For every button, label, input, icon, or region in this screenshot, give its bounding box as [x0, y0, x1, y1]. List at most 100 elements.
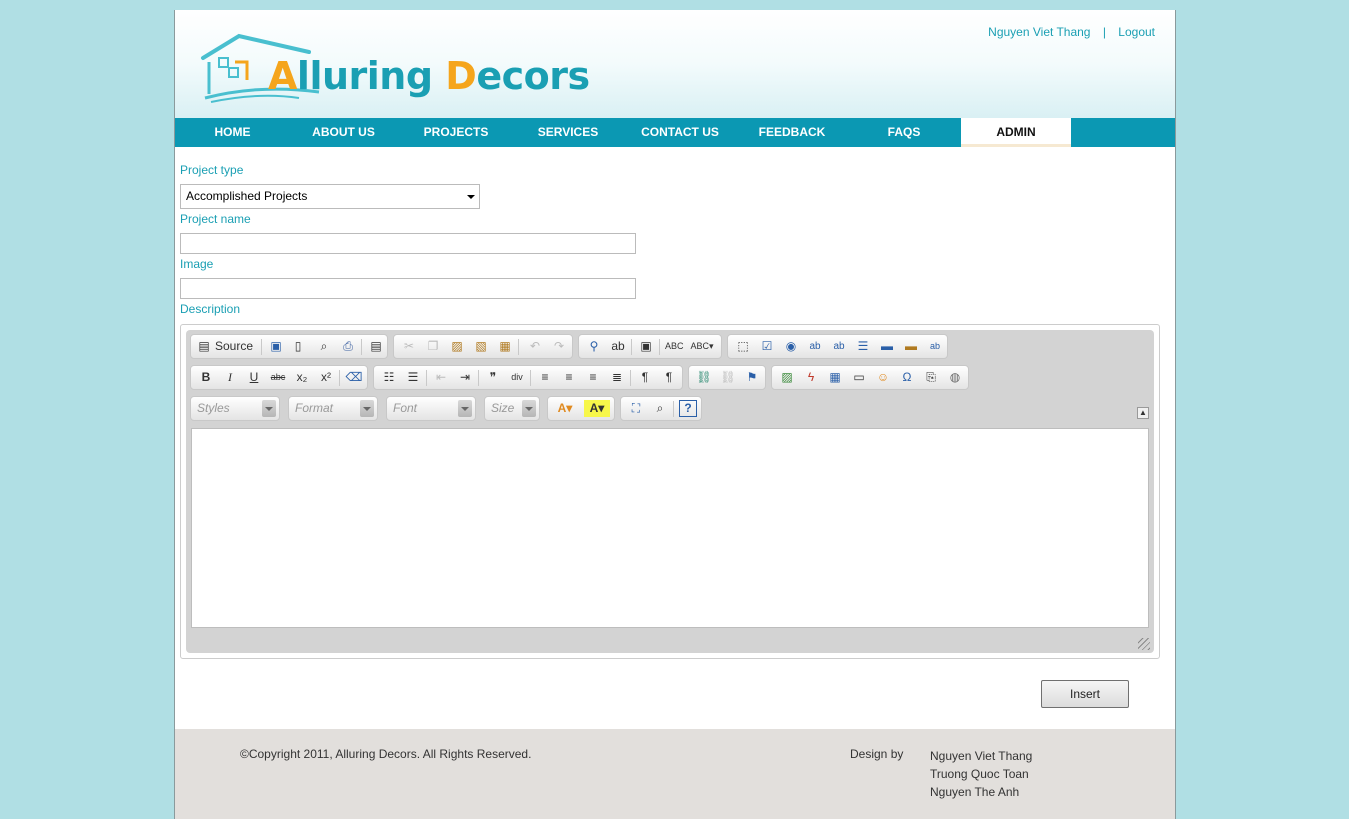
nav-item-contact-us[interactable]: CONTACT US: [624, 118, 736, 147]
help-icon[interactable]: ?: [679, 400, 697, 417]
ltr-icon[interactable]: ¶: [636, 369, 654, 386]
resize-grip-icon[interactable]: [1138, 638, 1150, 650]
undo-icon[interactable]: ↶: [526, 338, 544, 355]
form-icon[interactable]: ⬚: [734, 338, 752, 355]
save-icon[interactable]: ▣: [267, 338, 285, 355]
hidden-field-icon[interactable]: ab: [926, 338, 944, 355]
user-name-link[interactable]: Nguyen Viet Thang: [988, 25, 1090, 39]
maximize-icon[interactable]: ⛶: [627, 400, 645, 417]
chevron-down-icon: [458, 400, 472, 417]
horizontal-line-icon[interactable]: ▭: [850, 369, 868, 386]
table-icon[interactable]: ▦: [826, 369, 844, 386]
description-label: Description: [180, 302, 241, 316]
nav-item-home[interactable]: HOME: [175, 118, 290, 147]
nav-item-faqs[interactable]: FAQS: [848, 118, 960, 147]
remove-format-icon[interactable]: ⌫: [345, 369, 363, 386]
paste-text-icon[interactable]: ▧: [472, 338, 490, 355]
size-combo[interactable]: Size: [484, 396, 540, 421]
special-char-icon[interactable]: Ω: [898, 369, 916, 386]
numbered-list-icon[interactable]: ☷: [380, 369, 398, 386]
logo-letter-a: A: [268, 54, 297, 98]
project-name-input[interactable]: [180, 233, 636, 254]
anchor-flag-icon[interactable]: ⚑: [743, 369, 761, 386]
replace-icon[interactable]: ab: [609, 338, 627, 355]
bulleted-list-icon[interactable]: ☰: [404, 369, 422, 386]
copy-icon[interactable]: ❐: [424, 338, 442, 355]
blockquote-icon[interactable]: ❞: [484, 369, 502, 386]
templates-icon[interactable]: ▤: [367, 338, 385, 355]
select-field-icon[interactable]: ☰: [854, 338, 872, 355]
scayt-icon[interactable]: ABC▾: [689, 338, 715, 355]
find-icon[interactable]: ⚲: [585, 338, 603, 355]
outdent-icon[interactable]: ⇤: [432, 369, 450, 386]
format-combo[interactable]: Format: [288, 396, 378, 421]
text-field-icon[interactable]: ab: [806, 338, 824, 355]
smiley-icon[interactable]: ☺: [874, 369, 892, 386]
logout-link[interactable]: Logout: [1118, 25, 1155, 39]
logo-letter-d: D: [445, 54, 477, 98]
toolbar-group-insert: ▨ ϟ ▦ ▭ ☺ Ω ⎘ ◍: [771, 365, 969, 390]
source-button[interactable]: Source: [215, 338, 253, 355]
select-all-icon[interactable]: ▣: [637, 338, 655, 355]
chevron-down-icon: [360, 400, 374, 417]
cut-icon[interactable]: ✂: [400, 338, 418, 355]
spellcheck-icon[interactable]: ABC: [665, 338, 684, 355]
font-combo-label: Font: [393, 401, 418, 415]
image-button-icon[interactable]: ▬: [902, 338, 920, 355]
format-combo-label: Format: [295, 401, 334, 415]
nav-item-admin[interactable]: ADMIN: [961, 118, 1071, 147]
insert-button[interactable]: Insert: [1041, 680, 1129, 708]
print-icon[interactable]: ⎙: [339, 338, 357, 355]
link-icon[interactable]: ⛓: [695, 369, 713, 386]
div-container-icon[interactable]: div: [508, 369, 526, 386]
bold-icon[interactable]: B: [197, 369, 215, 386]
rtl-icon[interactable]: ¶: [660, 369, 678, 386]
preview-icon[interactable]: ⌕: [315, 338, 333, 355]
flash-icon[interactable]: ϟ: [802, 369, 820, 386]
paste-word-icon[interactable]: ▦: [496, 338, 514, 355]
strikethrough-icon[interactable]: abc: [269, 369, 287, 386]
underline-icon[interactable]: U: [245, 369, 263, 386]
page-break-icon[interactable]: ⎘: [922, 369, 940, 386]
new-page-icon[interactable]: ▯: [289, 338, 307, 355]
toolbar-group-tools: ⛶ ⌕ ?: [620, 396, 702, 421]
toolbar-separator: [630, 370, 631, 386]
design-by-label: Design by: [850, 747, 904, 761]
show-blocks-icon[interactable]: ⌕: [651, 400, 669, 417]
chevron-down-icon: [522, 400, 536, 417]
page-container: Alluring Decors Nguyen Viet Thang | Logo…: [174, 10, 1176, 819]
toolbar-separator: [361, 339, 362, 355]
paste-icon[interactable]: ▨: [448, 338, 466, 355]
justify-icon[interactable]: ≣: [608, 369, 626, 386]
nav-item-feedback[interactable]: FEEDBACK: [736, 118, 848, 147]
image-icon[interactable]: ▨: [778, 369, 796, 386]
nav-item-services[interactable]: SERVICES: [512, 118, 624, 147]
project-type-selected-value: Accomplished Projects: [186, 189, 308, 203]
toolbar-group-editing: ⚲ ab ▣ ABC ABC▾: [578, 334, 722, 359]
indent-icon[interactable]: ⇥: [456, 369, 474, 386]
styles-combo[interactable]: Styles: [190, 396, 280, 421]
toolbar-separator: [426, 370, 427, 386]
superscript-icon[interactable]: x²: [317, 369, 335, 386]
iframe-icon[interactable]: ◍: [946, 369, 964, 386]
subscript-icon[interactable]: x₂: [293, 369, 311, 386]
collapse-toolbar-icon[interactable]: ▲: [1137, 407, 1149, 419]
align-right-icon[interactable]: ≡: [584, 369, 602, 386]
text-color-icon[interactable]: A▾: [552, 400, 578, 417]
italic-icon[interactable]: I: [221, 369, 239, 386]
textarea-icon[interactable]: ab: [830, 338, 848, 355]
nav-item-projects[interactable]: PROJECTS: [400, 118, 512, 147]
align-left-icon[interactable]: ≡: [536, 369, 554, 386]
radio-icon[interactable]: ◉: [782, 338, 800, 355]
image-input[interactable]: [180, 278, 636, 299]
project-type-select[interactable]: Accomplished Projects: [180, 184, 480, 209]
unlink-icon[interactable]: ⛓: [719, 369, 737, 386]
redo-icon[interactable]: ↷: [550, 338, 568, 355]
align-center-icon[interactable]: ≡: [560, 369, 578, 386]
font-combo[interactable]: Font: [386, 396, 476, 421]
button-field-icon[interactable]: ▬: [878, 338, 896, 355]
nav-item-about-us[interactable]: ABOUT US: [290, 118, 397, 147]
editor-content-area[interactable]: [191, 428, 1149, 628]
background-color-icon[interactable]: A▾: [584, 400, 610, 417]
checkbox-icon[interactable]: ☑: [758, 338, 776, 355]
